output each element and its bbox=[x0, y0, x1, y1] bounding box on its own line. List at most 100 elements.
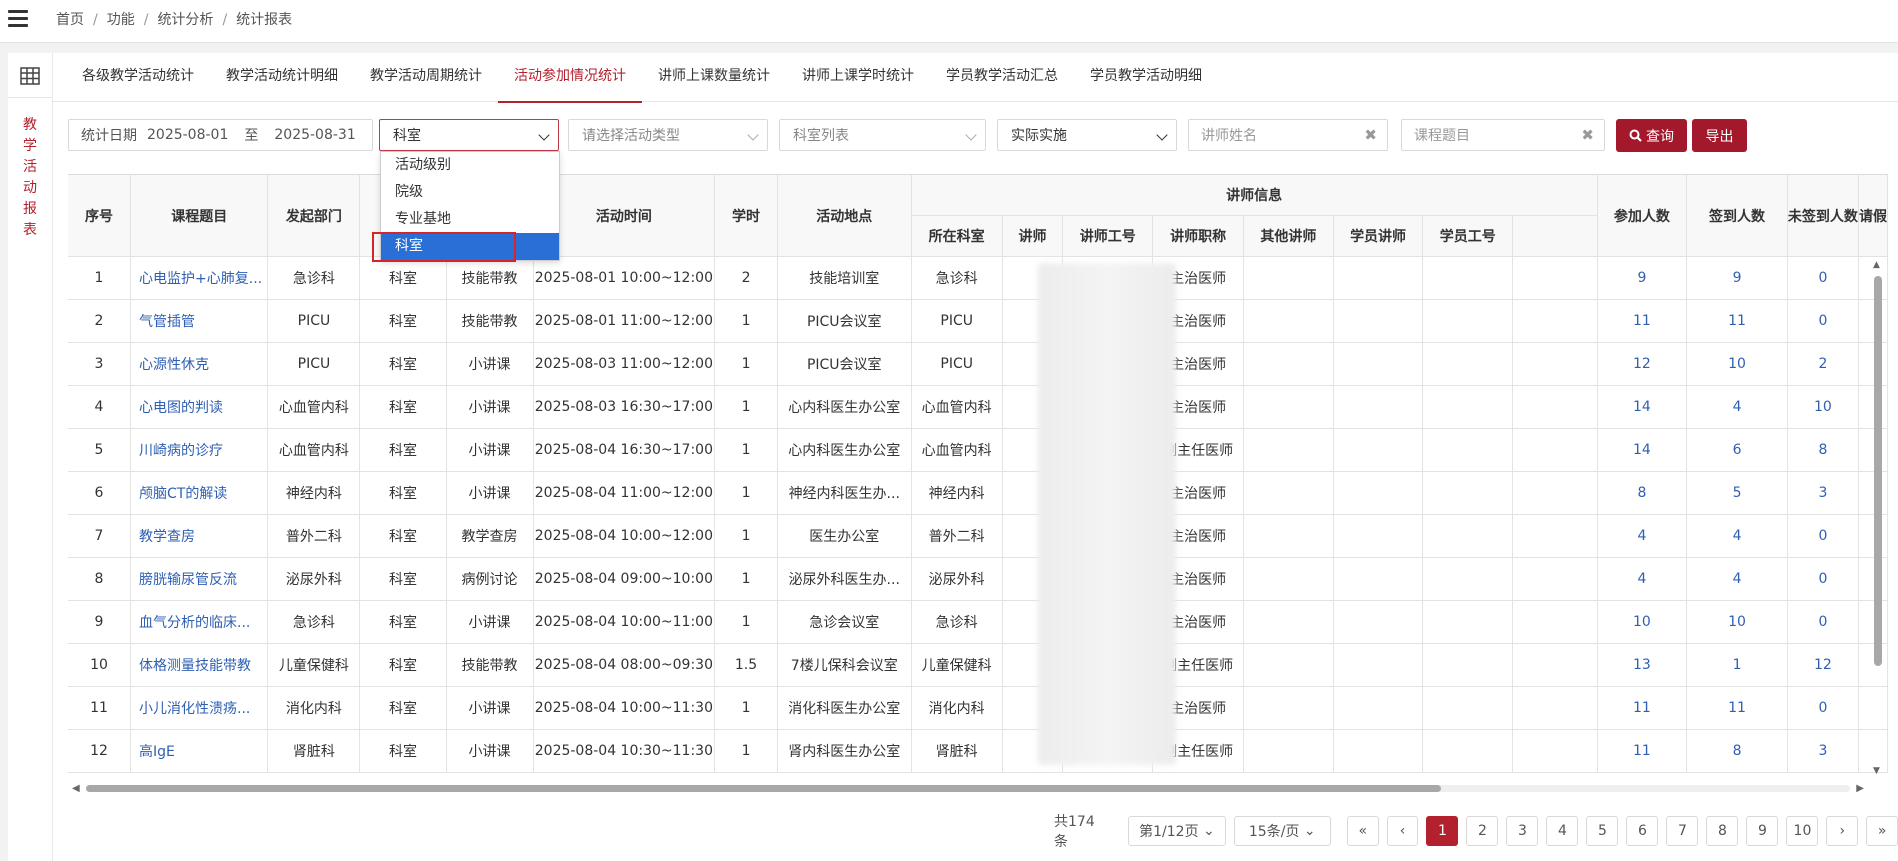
horizontal-scroll-thumb[interactable] bbox=[86, 785, 1441, 792]
last-page-button[interactable]: » bbox=[1866, 816, 1898, 846]
page-size-select[interactable]: 15条/页 ⌄ bbox=[1233, 816, 1331, 846]
cell-signed[interactable]: 11 bbox=[1686, 686, 1788, 730]
cell-unsigned[interactable]: 0 bbox=[1787, 600, 1860, 644]
clear-icon[interactable]: ✖ bbox=[1581, 126, 1594, 144]
tab-lecturer-count[interactable]: 讲师上课数量统计 bbox=[642, 53, 786, 101]
dropdown-option-hospital[interactable]: 院级 bbox=[381, 179, 559, 206]
cell-signed[interactable]: 9 bbox=[1686, 256, 1788, 300]
scroll-right-icon[interactable]: ▶ bbox=[1856, 783, 1864, 794]
cell-join[interactable]: 4 bbox=[1597, 557, 1688, 601]
next-page-button[interactable]: › bbox=[1826, 816, 1859, 846]
cell-course[interactable]: 心源性休克 bbox=[130, 342, 269, 386]
cell-join[interactable]: 10 bbox=[1597, 600, 1688, 644]
cell-signed[interactable]: 4 bbox=[1686, 385, 1788, 429]
cell-course[interactable]: 膀胱输尿管反流 bbox=[130, 557, 269, 601]
cell-unsigned[interactable]: 3 bbox=[1787, 729, 1860, 773]
date-from[interactable]: 2025-08-01 bbox=[147, 127, 228, 143]
dropdown-option-dept[interactable]: 科室 bbox=[381, 233, 559, 260]
cell-join[interactable]: 12 bbox=[1597, 342, 1688, 386]
cell-unsigned[interactable]: 0 bbox=[1787, 256, 1860, 300]
cell-signed[interactable]: 8 bbox=[1686, 729, 1788, 773]
tab-participation-stats[interactable]: 活动参加情况统计 bbox=[498, 53, 642, 103]
page-button[interactable]: 6 bbox=[1626, 816, 1659, 846]
course-title-input[interactable]: 课程题目 ✖ bbox=[1401, 119, 1605, 151]
cell-course[interactable]: 颅脑CT的解读 bbox=[130, 471, 269, 515]
dept-list-select[interactable]: 科室列表 bbox=[779, 119, 986, 151]
hamburger-menu-icon[interactable] bbox=[8, 10, 28, 28]
page-info-select[interactable]: 第1/12页 ⌄ bbox=[1128, 816, 1226, 846]
breadcrumb-stats[interactable]: 统计分析 bbox=[157, 0, 213, 42]
table-grid-icon[interactable] bbox=[20, 67, 40, 85]
scroll-left-icon[interactable]: ◀ bbox=[72, 783, 80, 794]
first-page-button[interactable]: « bbox=[1346, 816, 1379, 846]
cell-unsigned[interactable]: 3 bbox=[1787, 471, 1860, 515]
cell-unsigned[interactable]: 2 bbox=[1787, 342, 1860, 386]
cell-course[interactable]: 心电监护+心肺复... bbox=[130, 256, 269, 300]
scroll-up-icon[interactable]: ▲ bbox=[1873, 260, 1880, 270]
cell-unsigned[interactable]: 10 bbox=[1787, 385, 1860, 429]
cell-unsigned[interactable]: 12 bbox=[1787, 643, 1860, 687]
dropdown-option-activity-level[interactable]: 活动级别 bbox=[381, 152, 559, 179]
page-button[interactable]: 4 bbox=[1546, 816, 1579, 846]
cell-signed[interactable]: 4 bbox=[1686, 557, 1788, 601]
tab-student-summary[interactable]: 学员教学活动汇总 bbox=[930, 53, 1074, 101]
cell-join[interactable]: 13 bbox=[1597, 643, 1688, 687]
date-to[interactable]: 2025-08-31 bbox=[274, 127, 355, 143]
cell-unsigned[interactable]: 0 bbox=[1787, 557, 1860, 601]
cell-join[interactable]: 14 bbox=[1597, 385, 1688, 429]
tab-activity-detail[interactable]: 教学活动统计明细 bbox=[210, 53, 354, 101]
page-button[interactable]: 10 bbox=[1786, 816, 1819, 846]
page-button[interactable]: 5 bbox=[1586, 816, 1619, 846]
scroll-down-icon[interactable]: ▼ bbox=[1873, 766, 1880, 776]
cell-course[interactable]: 血气分析的临床... bbox=[130, 600, 269, 644]
cell-course[interactable]: 体格测量技能带教 bbox=[130, 643, 269, 687]
export-button[interactable]: 导出 bbox=[1692, 119, 1747, 152]
lecturer-name-input[interactable]: 讲师姓名 ✖ bbox=[1188, 119, 1388, 151]
activity-type-select[interactable]: 请选择活动类型 bbox=[568, 119, 768, 151]
side-report-label[interactable]: 教学活动报表 bbox=[22, 115, 38, 241]
cell-join[interactable]: 4 bbox=[1597, 514, 1688, 558]
tab-period-stats[interactable]: 教学活动周期统计 bbox=[354, 53, 498, 101]
implementation-select[interactable]: 实际实施 bbox=[997, 119, 1177, 151]
cell-signed[interactable]: 10 bbox=[1686, 342, 1788, 386]
date-range-field[interactable]: 统计日期 2025-08-01 至 2025-08-31 bbox=[68, 119, 373, 151]
cell-unsigned[interactable]: 0 bbox=[1787, 514, 1860, 558]
breadcrumb-function[interactable]: 功能 bbox=[107, 0, 135, 42]
query-button[interactable]: 查询 bbox=[1616, 119, 1687, 152]
cell-unsigned[interactable]: 8 bbox=[1787, 428, 1860, 472]
page-button[interactable]: 1 bbox=[1426, 816, 1459, 846]
cell-join[interactable]: 9 bbox=[1597, 256, 1688, 300]
cell-unsigned[interactable]: 0 bbox=[1787, 686, 1860, 730]
page-button[interactable]: 2 bbox=[1466, 816, 1499, 846]
tab-student-detail[interactable]: 学员教学活动明细 bbox=[1074, 53, 1218, 101]
vertical-scroll-thumb[interactable] bbox=[1874, 276, 1882, 666]
cell-join[interactable]: 8 bbox=[1597, 471, 1688, 515]
cell-course[interactable]: 教学查房 bbox=[130, 514, 269, 558]
clear-icon[interactable]: ✖ bbox=[1364, 126, 1377, 144]
horizontal-scrollbar[interactable]: ◀ ▶ bbox=[68, 780, 1868, 794]
cell-signed[interactable]: 1 bbox=[1686, 643, 1788, 687]
page-button[interactable]: 3 bbox=[1506, 816, 1539, 846]
cell-course[interactable]: 川崎病的诊疗 bbox=[130, 428, 269, 472]
cell-join[interactable]: 11 bbox=[1597, 299, 1688, 343]
cell-course[interactable]: 气管插管 bbox=[130, 299, 269, 343]
tab-level-stats[interactable]: 各级教学活动统计 bbox=[66, 53, 210, 101]
cell-join[interactable]: 11 bbox=[1597, 686, 1688, 730]
cell-signed[interactable]: 6 bbox=[1686, 428, 1788, 472]
cell-signed[interactable]: 4 bbox=[1686, 514, 1788, 558]
cell-signed[interactable]: 11 bbox=[1686, 299, 1788, 343]
cell-join[interactable]: 11 bbox=[1597, 729, 1688, 773]
page-button[interactable]: 8 bbox=[1706, 816, 1739, 846]
cell-course[interactable]: 小儿消化性溃疡... bbox=[130, 686, 269, 730]
breadcrumb-home[interactable]: 首页 bbox=[56, 0, 84, 42]
vertical-scrollbar[interactable]: ▲ ▼ bbox=[1872, 258, 1884, 778]
cell-course[interactable]: 高IgE bbox=[130, 729, 269, 773]
tab-lecturer-hours[interactable]: 讲师上课学时统计 bbox=[786, 53, 930, 101]
cell-unsigned[interactable]: 0 bbox=[1787, 299, 1860, 343]
page-button[interactable]: 7 bbox=[1666, 816, 1699, 846]
prev-page-button[interactable]: ‹ bbox=[1386, 816, 1419, 846]
cell-signed[interactable]: 10 bbox=[1686, 600, 1788, 644]
cell-signed[interactable]: 5 bbox=[1686, 471, 1788, 515]
cell-course[interactable]: 心电图的判读 bbox=[130, 385, 269, 429]
page-button[interactable]: 9 bbox=[1746, 816, 1779, 846]
